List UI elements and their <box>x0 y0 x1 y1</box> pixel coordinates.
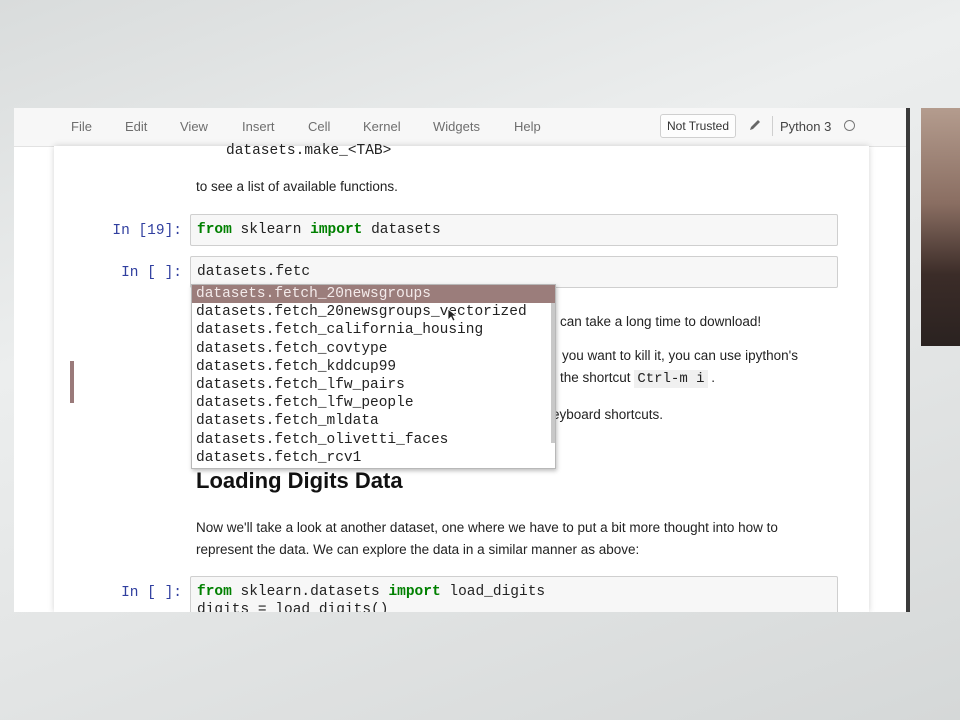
import-name: datasets <box>371 222 441 238</box>
code-cell-input[interactable]: from sklearn.datasets import load_digits… <box>190 576 838 612</box>
markdown-text: you want to kill it, you can use ipython… <box>562 348 798 363</box>
background-photo-edge <box>921 108 960 346</box>
menu-separator <box>772 116 773 136</box>
paragraph-line: represent the data. We can explore the d… <box>196 542 640 557</box>
code-cell-input[interactable]: from sklearn import datasets <box>190 214 838 246</box>
markdown-text: eyboard shortcuts. <box>552 407 664 422</box>
module-name: sklearn.datasets <box>240 584 380 600</box>
autocomplete-item[interactable]: datasets.fetch_kddcup99 <box>192 358 555 376</box>
autocomplete-dropdown[interactable]: datasets.fetch_20newsgroups datasets.fet… <box>191 284 556 469</box>
keyword-from: from <box>197 584 232 600</box>
menu-edit[interactable]: Edit <box>125 119 147 134</box>
code-line: from sklearn.datasets import load_digits <box>197 584 545 600</box>
autocomplete-item[interactable]: datasets.fetch_olivetti_faces <box>192 431 555 449</box>
markdown-text: the shortcut Ctrl-m i . <box>560 370 716 388</box>
menu-file[interactable]: File <box>71 119 92 134</box>
keyword-import: import <box>310 222 363 238</box>
menu-view[interactable]: View <box>180 119 208 134</box>
menu-help[interactable]: Help <box>514 119 541 134</box>
window-edge <box>906 108 910 612</box>
pencil-icon[interactable] <box>748 118 762 132</box>
code-line: from sklearn import datasets <box>197 222 441 238</box>
module-name: sklearn <box>240 222 302 238</box>
autocomplete-item[interactable]: datasets.fetch_rcv1 <box>192 449 555 467</box>
cell-prompt: In [ ]: <box>121 265 182 281</box>
shortcut-text: the shortcut <box>560 370 631 385</box>
import-name: load_digits <box>449 584 546 600</box>
kernel-name: Python 3 <box>780 119 832 134</box>
kernel-status-icon <box>844 120 855 131</box>
markdown-text: can take a long time to download! <box>560 314 762 329</box>
not-trusted-button[interactable]: Not Trusted <box>660 114 737 138</box>
autocomplete-item[interactable]: datasets.fetch_covtype <box>192 340 555 358</box>
menu-cell[interactable]: Cell <box>308 119 330 134</box>
code-line: digits = load_digits() <box>197 602 389 612</box>
autocomplete-item[interactable]: datasets.fetch_lfw_people <box>192 394 555 412</box>
code-line: datasets.fetc <box>197 264 311 280</box>
autocomplete-item[interactable]: datasets.fetch_california_housing <box>192 321 555 339</box>
shortcut-period: . <box>711 370 716 385</box>
shortcut-code: Ctrl-m i <box>634 370 708 388</box>
autocomplete-item[interactable]: datasets.fetch_lfw_pairs <box>192 376 555 394</box>
mouse-cursor-icon <box>447 308 459 322</box>
keyword-import: import <box>388 584 441 600</box>
selected-cell-indicator <box>70 361 74 403</box>
menu-kernel[interactable]: Kernel <box>363 119 401 134</box>
autocomplete-item[interactable]: datasets.fetch_20newsgroups_vectorized <box>192 303 555 321</box>
autocomplete-scrollbar[interactable] <box>551 303 555 443</box>
cell-prompt: In [19]: <box>112 223 182 239</box>
cell-prompt: In [ ]: <box>121 585 182 601</box>
markdown-text: to see a list of available functions. <box>196 179 398 194</box>
menu-insert[interactable]: Insert <box>242 119 275 134</box>
autocomplete-item[interactable]: datasets.fetch_mldata <box>192 412 555 430</box>
autocomplete-item[interactable]: datasets.fetch_20newsgroups <box>192 285 555 304</box>
section-heading: Loading Digits Data <box>196 468 403 493</box>
menu-bar: File Edit View Insert Cell Kernel Widget… <box>14 108 910 147</box>
keyword-from: from <box>197 222 232 238</box>
markdown-code-line: datasets.make_<TAB> <box>226 143 392 159</box>
menu-widgets[interactable]: Widgets <box>433 119 480 134</box>
paragraph-line: Now we'll take a look at another dataset… <box>196 520 778 535</box>
